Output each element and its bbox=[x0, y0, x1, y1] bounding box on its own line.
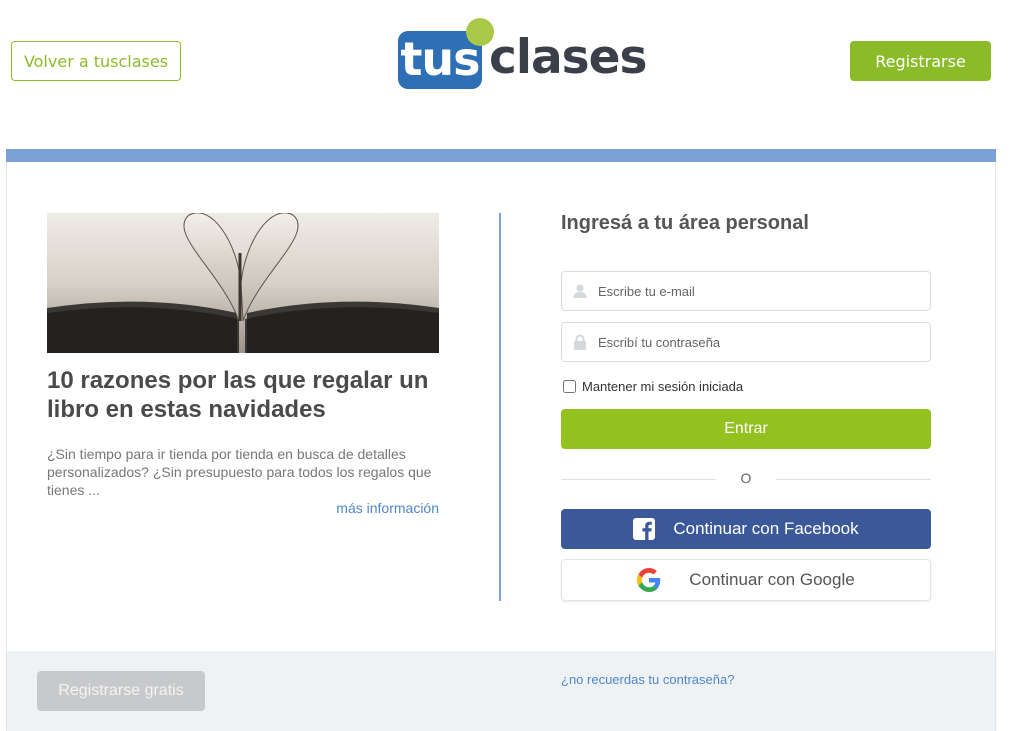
facebook-icon bbox=[633, 518, 656, 540]
logo-clases-text: clases bbox=[489, 30, 648, 85]
forgot-password-link[interactable]: ¿no recuerdas tu contraseña? bbox=[561, 672, 861, 687]
enter-button[interactable]: Entrar bbox=[561, 409, 931, 449]
facebook-label: Continuar con Facebook bbox=[673, 519, 859, 538]
facebook-login-button[interactable]: Continuar con Facebook bbox=[561, 509, 931, 549]
password-input[interactable] bbox=[598, 324, 930, 360]
email-field[interactable] bbox=[561, 271, 931, 311]
remember-session[interactable]: Mantener mi sesión iniciada bbox=[561, 376, 931, 396]
remember-checkbox[interactable] bbox=[563, 379, 576, 393]
open-book-image bbox=[47, 213, 439, 353]
register-button[interactable]: Registrarse bbox=[850, 41, 991, 81]
google-label: Continuar con Google bbox=[689, 570, 855, 589]
article-description: ¿Sin tiempo para ir tienda por tienda en… bbox=[47, 446, 432, 498]
or-divider-left bbox=[561, 479, 716, 480]
back-to-tusclases-button[interactable]: Volver a tusclases bbox=[11, 41, 181, 81]
email-input[interactable] bbox=[598, 273, 930, 309]
password-field[interactable] bbox=[561, 322, 931, 362]
vertical-divider bbox=[499, 213, 501, 601]
register-free-button[interactable]: Registrarse gratis bbox=[37, 671, 205, 711]
tusclases-logo[interactable]: tus clases bbox=[397, 18, 648, 92]
or-divider-right bbox=[776, 479, 931, 480]
user-icon bbox=[562, 271, 598, 311]
lock-icon bbox=[562, 322, 598, 362]
article-title[interactable]: 10 razones por las que regalar un libro … bbox=[47, 366, 439, 424]
card-accent-bar bbox=[6, 149, 996, 162]
google-login-button[interactable]: Continuar con Google bbox=[561, 559, 931, 601]
login-title: Ingresá a tu área personal bbox=[561, 212, 809, 234]
article-image[interactable] bbox=[47, 213, 439, 353]
remember-label: Mantener mi sesión iniciada bbox=[582, 378, 744, 394]
or-label: O bbox=[740, 470, 752, 486]
more-info-link[interactable]: más información bbox=[47, 500, 439, 516]
google-icon bbox=[637, 568, 661, 592]
